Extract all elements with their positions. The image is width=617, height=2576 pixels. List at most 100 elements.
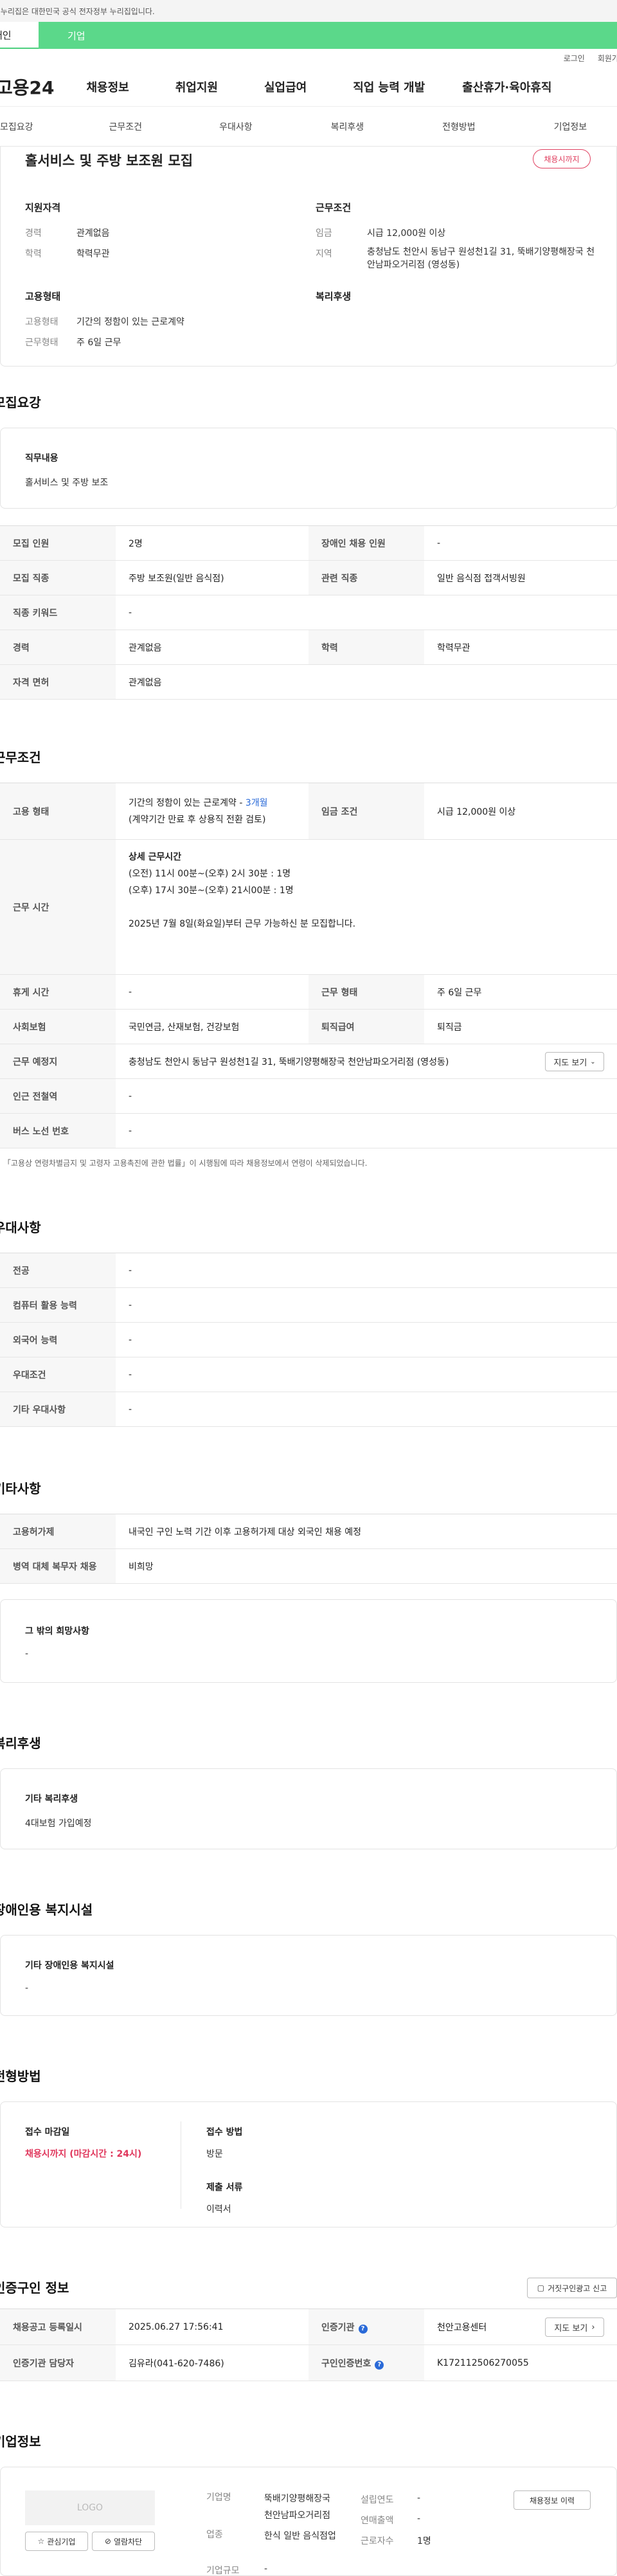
emp-type-label: 고용형태 [25,317,58,327]
company-card: LOGO ☆ 관심기업 ⊘ 열람차단 기업명 뚝배기양평해장국 천안남파오거리점 업… [0,2467,617,2576]
favorite-button[interactable]: ☆ 관심기업 [25,2532,88,2551]
year-value: - [417,2493,421,2503]
nav-item-training[interactable]: 직업 능력 개발 [353,78,425,95]
table-row: 컴퓨터 활용 능력 - [0,1287,617,1323]
tab-welfare[interactable]: 복리후생 [331,120,364,133]
nav-item-leave[interactable]: 출산휴가·육아휴직 [462,78,551,95]
tab-company[interactable]: 기업정보 [554,120,587,133]
cert-num-label-cell: 구인인증번호? [308,2345,424,2381]
site-logo[interactable]: 고용24 [0,74,55,100]
contract-period: 3개월 [245,797,268,808]
company-size-value: - [264,2564,268,2574]
hope-card: 그 밖의 희망사항 - [0,1599,617,1683]
prefer-etc-value: - [116,1392,617,1427]
disabled-card: 기타 장애인용 복지시설 - [0,1935,617,2016]
work-time-label: 근무 시간 [0,839,116,975]
edu-value: 학력무관 [76,249,110,259]
wage-cond-label: 임금 조건 [308,783,424,840]
retire-label: 퇴직급여 [308,1009,424,1044]
subway-value: - [116,1078,617,1114]
doc-heading: 제출 서류 [206,2182,243,2193]
manager-value: 김유라(041-620-7486) [116,2345,308,2381]
welfare-heading: 복리후생 [316,291,352,302]
reg-date-value: 2025.06.27 17:56:41 [116,2308,308,2345]
block-button-label: 열람차단 [113,2537,143,2546]
company-name-label: 기업명 [206,2492,231,2503]
work-time-cell: 상세 근무시간 (오전) 11시 00분~(오후) 2시 30분 : 1명 (오… [116,839,617,975]
job-type-value: 주방 보조원(일반 음식점) [116,560,308,595]
workplace-value: 충청남도 천안시 동남구 원성천1길 31, 뚝배기양평해장국 천안남파오거리점… [129,1057,449,1067]
language-label: 외국어 능력 [0,1322,116,1357]
report-button-label: 거짓구인광고 신고 [548,2283,607,2293]
company-logo: LOGO [25,2490,155,2525]
utility-menu: 로그인 회원가입 [0,49,617,67]
emp-type-value: 기간의 정함이 있는 근로계약 [76,317,184,327]
work-heading: 근무조건 [316,202,352,213]
nav-item-jobs[interactable]: 채용정보 [87,78,129,95]
rest-time-value: - [116,974,308,1010]
wage-value: 시급 12,000원 이상 [367,228,446,239]
nav-item-employment-support[interactable]: 취업지원 [175,78,218,95]
year-label: 설립연도 [361,2495,394,2505]
prefer-cond-label: 우대조건 [0,1357,116,1392]
tab-prefer[interactable]: 우대사항 [219,120,253,133]
etc-table: 고용허가제 내국인 구인 노력 기간 이후 고용허가제 대상 외국인 채용 예정… [0,1514,617,1584]
age-notice: • 「고용상 연령차별금지 및 고령자 고용촉진에 관한 법률」이 시행됨에 따… [0,1157,617,1168]
join-link[interactable]: 회원가입 [598,53,617,64]
process-card: 접수 마감일 채용시까지 (마감시간 : 24시) 접수 방법 방문 제출 서류… [0,2101,617,2227]
help-icon[interactable]: ? [375,2360,384,2370]
nav-item-unemployment[interactable]: 실업급여 [264,78,307,95]
tab-recruit[interactable]: 모집요강 [0,120,33,133]
computer-label: 컴퓨터 활용 능력 [0,1287,116,1323]
member-type-bar: 개인 기업 [0,22,617,49]
recruit-table: 모집 인원 2명 장애인 채용 인원 - 모집 직종 주방 보조원(일반 음식점… [0,525,617,700]
wage-label: 임금 [316,228,332,239]
table-row: 직종 키워드 - [0,595,617,630]
gov-banner: 이 누리집은 대한민국 공식 전자정부 누리집입니다. [0,0,617,22]
history-button[interactable]: 채용정보 이력 [514,2490,591,2510]
favorite-button-label: 관심기업 [47,2537,76,2546]
table-row: 사회보험 국민연금, 산재보험, 건강보험 퇴직급여 퇴직금 [0,1009,617,1044]
history-button-label: 채용정보 이력 [529,2496,575,2505]
cert-map-button[interactable]: 지도 보기 › [545,2317,604,2337]
reg-date-label: 채용공고 등록일시 [0,2308,116,2345]
map-button[interactable]: 지도 보기 ⌄ [545,1052,604,1071]
keyword-label: 직종 키워드 [0,595,116,630]
insurance-label: 사회보험 [0,1009,116,1044]
industry-label: 업종 [206,2530,223,2540]
recruit-section-title: 모집요강 [0,395,41,410]
star-icon: ☆ [37,2537,45,2546]
cert-table: 채용공고 등록일시 2025.06.27 17:56:41 인증기관? 천안고용… [0,2308,617,2381]
wage-cond-value: 시급 12,000원 이상 [424,783,617,840]
table-row: 인근 전철역 - [0,1078,617,1114]
org-label-cell: 인증기관? [308,2308,424,2345]
help-icon[interactable]: ? [358,2324,368,2334]
hope-heading: 그 밖의 희망사항 [25,1626,89,1637]
prefer-etc-label: 기타 우대사항 [0,1392,116,1427]
career-value: 관계없음 [76,228,110,239]
disabled-count-label: 장애인 채용 인원 [308,525,424,561]
table-row: 인증기관 담당자 김유라(041-620-7486) 구인인증번호? K1721… [0,2345,617,2381]
table-row: 경력 관계없음 학력 학력무관 [0,630,617,665]
cert-num-label: 구인인증번호 [321,2358,371,2369]
workplace-label: 근무 예정지 [0,1044,116,1079]
table-row: 채용공고 등록일시 2025.06.27 17:56:41 인증기관? 천안고용… [0,2308,617,2345]
report-button[interactable]: ▢ 거짓구인광고 신고 [527,2278,617,2298]
login-link[interactable]: 로그인 [564,53,585,64]
tab-company[interactable]: 기업 [39,22,617,49]
career-cell-value: 관계없음 [116,630,308,665]
cert-map-button-label: 지도 보기 [554,2323,588,2334]
license-label: 자격 면허 [0,664,116,700]
tab-process[interactable]: 전형방법 [442,120,476,133]
subway-label: 인근 전철역 [0,1078,116,1114]
work-time-line-1: (오전) 11시 00분~(오후) 2시 30분 : 1명 [129,869,291,879]
report-icon: ▢ [537,2283,545,2292]
tab-person[interactable]: 개인 [0,22,39,49]
method-value: 방문 [206,2149,223,2159]
emp-form-value: 기간의 정함이 있는 근로계약 - [129,797,246,808]
tab-work[interactable]: 근무조건 [109,120,143,133]
welfare-card-heading: 기타 복리후생 [25,1794,78,1804]
block-button[interactable]: ⊘ 열람차단 [92,2532,155,2551]
computer-value: - [116,1287,617,1323]
company-logo-text: LOGO [76,2503,103,2513]
